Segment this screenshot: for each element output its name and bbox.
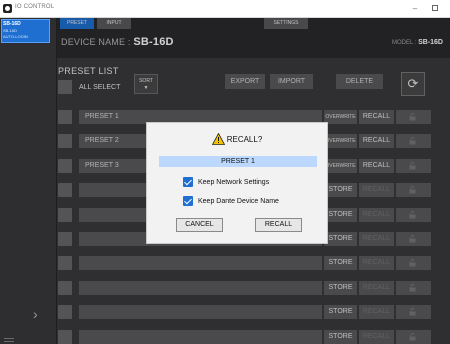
app-icon bbox=[3, 4, 12, 13]
dialog-title: RECALL? bbox=[147, 133, 327, 147]
warning-icon bbox=[211, 133, 225, 145]
expand-chevron-icon[interactable]: › bbox=[33, 306, 38, 322]
cancel-button[interactable]: CANCEL bbox=[176, 218, 223, 232]
dialog-preset-name: PRESET 1 bbox=[159, 156, 317, 167]
keep-dante-device-name-label: Keep Dante Device Name bbox=[198, 198, 279, 205]
menu-icon[interactable] bbox=[4, 338, 14, 344]
recall-dialog: RECALL? PRESET 1 Keep Network Settings K… bbox=[146, 122, 328, 244]
window-title: IO CONTROL bbox=[15, 4, 55, 10]
recall-confirm-button[interactable]: RECALL bbox=[255, 218, 302, 232]
keep-network-settings-label: Keep Network Settings bbox=[198, 179, 270, 186]
device-card-status: AUTO-LOGIN bbox=[3, 34, 28, 39]
keep-network-settings-checkbox[interactable] bbox=[183, 177, 193, 187]
minimize-button[interactable]: – bbox=[408, 2, 422, 15]
window-titlebar: IO CONTROL – bbox=[0, 0, 450, 18]
dialog-title-text: RECALL? bbox=[226, 135, 263, 144]
maximize-button[interactable] bbox=[428, 2, 442, 15]
device-panel: SB-16D SB-16D AUTO-LOGIN › bbox=[0, 18, 57, 344]
device-card[interactable]: SB-16D SB-16D AUTO-LOGIN bbox=[1, 19, 50, 43]
device-card-model: SB-16D bbox=[3, 28, 18, 33]
keep-dante-device-name-checkbox[interactable] bbox=[183, 196, 193, 206]
device-card-name: SB-16D bbox=[3, 21, 21, 27]
